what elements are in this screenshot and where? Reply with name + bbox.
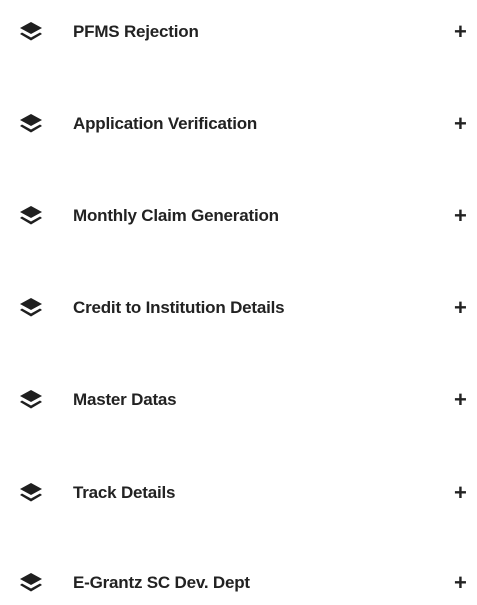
layers-icon	[18, 481, 44, 505]
menu-item-application-verification[interactable]: Application Verification +	[0, 102, 477, 146]
expand-icon[interactable]: +	[454, 205, 467, 227]
menu-item-pfms-rejection[interactable]: PFMS Rejection +	[0, 10, 477, 54]
expand-icon[interactable]: +	[454, 482, 467, 504]
layers-icon	[18, 571, 44, 595]
layers-icon	[18, 296, 44, 320]
menu-item-label: Credit to Institution Details	[73, 298, 285, 317]
menu-item-label: E-Grantz SC Dev. Dept	[73, 573, 250, 592]
menu-item-monthly-claim-generation[interactable]: Monthly Claim Generation +	[0, 194, 477, 238]
expand-icon[interactable]: +	[454, 297, 467, 319]
layers-icon	[18, 388, 44, 412]
expand-icon[interactable]: +	[454, 572, 467, 594]
menu-item-e-grantz-sc-dev-dept[interactable]: E-Grantz SC Dev. Dept +	[0, 561, 477, 605]
menu-item-label: PFMS Rejection	[73, 22, 199, 41]
menu-item-label: Master Datas	[73, 390, 177, 409]
layers-icon	[18, 112, 44, 136]
layers-icon	[18, 204, 44, 228]
menu-item-track-details[interactable]: Track Details +	[0, 471, 477, 515]
sidebar-menu: PFMS Rejection + Application Verificatio…	[0, 0, 477, 598]
expand-icon[interactable]: +	[454, 21, 467, 43]
expand-icon[interactable]: +	[454, 389, 467, 411]
menu-item-label: Monthly Claim Generation	[73, 206, 279, 225]
menu-item-label: Application Verification	[73, 114, 258, 133]
menu-item-label: Track Details	[73, 483, 176, 502]
menu-item-master-datas[interactable]: Master Datas +	[0, 378, 477, 422]
layers-icon	[18, 20, 44, 44]
expand-icon[interactable]: +	[454, 113, 467, 135]
menu-item-credit-to-institution-details[interactable]: Credit to Institution Details +	[0, 286, 477, 330]
